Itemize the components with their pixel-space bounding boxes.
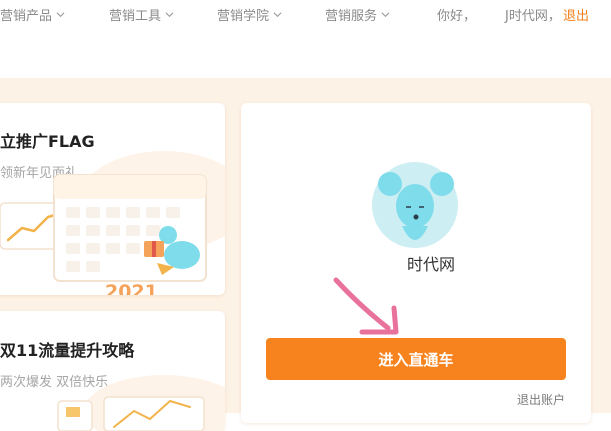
chevron-down-icon	[273, 12, 282, 18]
nav-item-label: 营销学院	[217, 9, 270, 24]
greeting-text: 你好，	[437, 9, 477, 24]
nav-item-marketing-services[interactable]: 营销服务	[325, 5, 390, 24]
shop-name: 时代网	[407, 255, 456, 274]
enter-through-train-button[interactable]: 进入直通车	[266, 338, 566, 380]
logout-link[interactable]: 退出	[563, 5, 589, 24]
exit-account-link[interactable]: 退出账户	[517, 391, 565, 408]
nav-item-marketing-academy[interactable]: 营销学院	[217, 5, 282, 24]
user-greeting: 你好， J时代网，	[437, 5, 561, 24]
nav-item-marketing-products[interactable]: 营销产品	[0, 5, 65, 24]
arrow-icon	[333, 277, 399, 335]
chevron-down-icon	[56, 12, 65, 18]
card-title: 双11流量提升攻略	[0, 341, 135, 360]
flow-illustration	[57, 375, 225, 431]
promo-card-flag[interactable]: 立推广FLAG 领新年见面礼 2021	[0, 103, 225, 295]
nav-item-label: 营销产品	[0, 9, 53, 24]
nav-item-marketing-tools[interactable]: 营销工具	[109, 5, 174, 24]
nav-item-label: 营销服务	[325, 9, 378, 24]
chevron-down-icon	[381, 12, 390, 18]
chevron-down-icon	[165, 12, 174, 18]
top-navigation: 营销产品 营销工具 营销学院 营销服务 你好， J时代网， 退出	[0, 0, 611, 28]
user-name: J时代网，	[505, 9, 561, 24]
mouse-avatar	[372, 162, 458, 248]
calendar-illustration	[0, 151, 225, 282]
promo-card-double11[interactable]: 双11流量提升攻略 两次爆发 双倍快乐	[0, 311, 225, 431]
year-badge: 2021	[105, 281, 158, 295]
nav-item-label: 营销工具	[109, 9, 162, 24]
